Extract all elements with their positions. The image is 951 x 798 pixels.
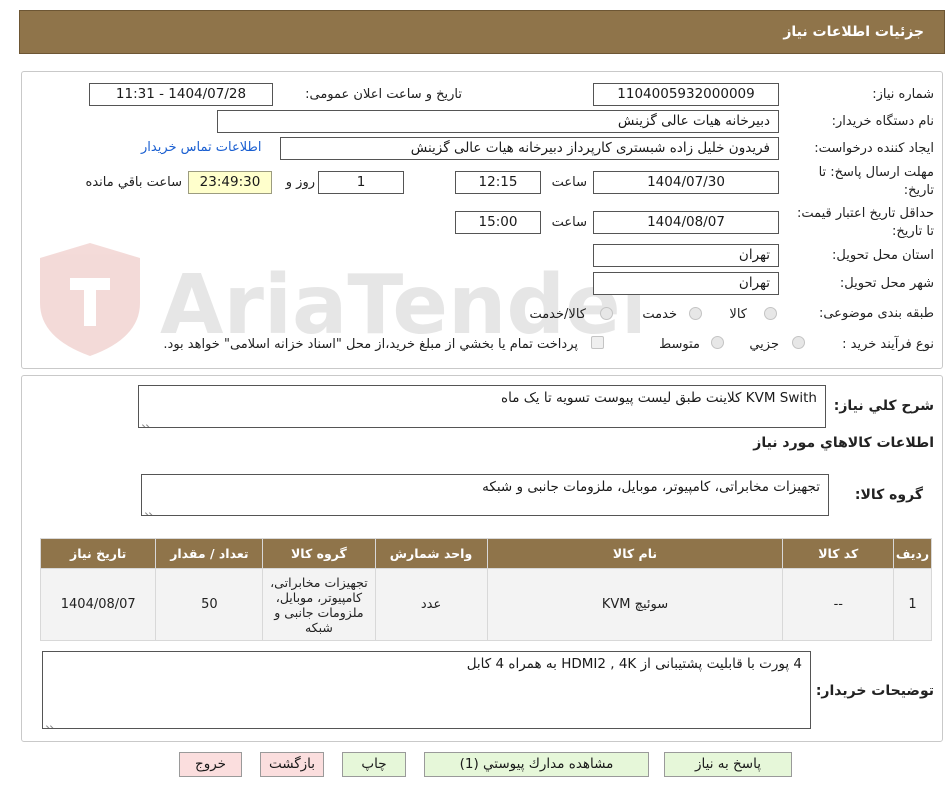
cell-date: 1404/08/07 [39, 568, 157, 641]
buyer-contact-link[interactable]: اطلاعات تماس خریدار [141, 140, 261, 155]
buyer-org-label: نام دستگاه خریدار: [831, 114, 934, 129]
need-description-textarea: KVM Swith کلاینت طبق لیست پیوست تسویه تا… [138, 385, 826, 428]
category-kala-label: كالا [729, 307, 747, 322]
category-kala-khedmat-label: كالا/خدمت [529, 307, 586, 322]
price-time-field: 15:00 [455, 211, 541, 234]
col-header-unit: واحد شمارش [374, 538, 488, 569]
reply-button[interactable]: پاسخ به نياز [664, 752, 792, 777]
print-button[interactable]: چاپ [342, 752, 406, 777]
cell-quantity: 50 [155, 568, 264, 641]
col-header-date: تاريخ نياز [39, 538, 157, 569]
table-header-row: رديف كد كالا نام كالا واحد شمارش گروه كا… [39, 538, 932, 569]
goods-group-label: گروه کالا: [854, 487, 923, 503]
send-time-field: 12:15 [455, 171, 541, 194]
days-label: روز و [285, 175, 315, 190]
back-button[interactable]: بازگشت [260, 752, 324, 777]
category-kala-khedmat-radio[interactable] [600, 307, 613, 320]
buyer-notes-textarea: 4 پورت با قابلیت پشتیبانی از HDMI2 , 4K … [42, 651, 811, 729]
deadline-price-label: حداقل تاریخ اعتبار قیمت: تا تاریخ: [796, 206, 934, 239]
need-description-label: شرح كلي نياز: [833, 398, 934, 414]
remaining-label: ساعت باقي مانده [85, 175, 182, 190]
purchase-motevaset-label: متوسط [659, 337, 700, 352]
days-field: 1 [318, 171, 404, 194]
purchase-motevaset-radio[interactable] [711, 336, 724, 349]
deadline-send-label: مهلت ارسال پاسخ: تا تاریخ: [818, 165, 934, 198]
city-field: تهران [593, 272, 779, 295]
purchase-jozei-label: جزيي [749, 337, 779, 352]
price-date-field: 1404/08/07 [593, 211, 779, 234]
category-khedmat-label: خدمت [642, 307, 677, 322]
col-header-name: نام كالا [486, 538, 784, 569]
treasury-payment-label: پرداخت تمام يا بخشي از مبلغ خريد،از محل … [163, 337, 578, 352]
goods-group-textarea: تجهیزات مخابراتی، کامپیوتر، موبایل، ملزو… [141, 474, 829, 516]
cell-unit: عدد [374, 568, 488, 641]
announce-datetime-label: تاریخ و ساعت اعلان عمومی: [305, 87, 462, 102]
requester-label: ایجاد کننده درخواست: [814, 141, 934, 156]
need-number-field: 1104005932000009 [593, 83, 779, 106]
cell-code: -- [782, 568, 895, 641]
cell-name: سوئیچ KVM [486, 568, 784, 641]
send-date-field: 1404/07/30 [593, 171, 779, 194]
resize-grip-icon[interactable] [46, 718, 54, 726]
col-header-quantity: تعداد / مقدار [155, 538, 264, 569]
purchase-type-label: نوع فرآیند خرید : [842, 337, 934, 352]
announce-datetime-field: 1404/07/28 - 11:31 [89, 83, 273, 106]
province-label: استان محل تحویل: [832, 248, 934, 263]
buyer-org-field: دبیرخانه هیات عالی گزینش [217, 110, 779, 133]
cell-group: تجهیزات مخابراتی، کامپیوتر، موبایل، ملزو… [262, 568, 376, 641]
buyer-notes-label: توضیحات خریدار: [815, 683, 934, 699]
city-label: شهر محل تحویل: [839, 276, 934, 291]
remaining-time-field: 23:49:30 [188, 171, 272, 194]
need-description-text: KVM Swith کلاینت طبق لیست پیوست تسویه تا… [501, 390, 817, 406]
cell-row-no: 1 [893, 568, 932, 641]
col-header-group: گروه كالا [262, 538, 376, 569]
col-header-row-no: رديف [893, 538, 932, 569]
resize-grip-icon[interactable] [142, 417, 150, 425]
province-field: تهران [593, 244, 779, 267]
need-number-label: شماره نیاز: [872, 87, 934, 102]
category-label: طبقه بندی موضوعی: [818, 306, 934, 321]
goods-group-text: تجهیزات مخابراتی، کامپیوتر، موبایل، ملزو… [482, 479, 820, 495]
page-title: جزئیات اطلاعات نیاز [783, 24, 924, 40]
exit-button[interactable]: خروج [179, 752, 242, 777]
treasury-payment-checkbox[interactable] [591, 336, 604, 349]
category-khedmat-radio[interactable] [689, 307, 702, 320]
view-attachments-button[interactable]: مشاهده مدارك پيوستي (1) [424, 752, 649, 777]
table-row: 1 -- سوئیچ KVM عدد تجهیزات مخابراتی، کام… [39, 568, 932, 641]
price-time-label: ساعت [551, 215, 587, 230]
requester-field: فریدون خلیل زاده شبستری کارپرداز دبیرخان… [280, 137, 779, 160]
goods-table: رديف كد كالا نام كالا واحد شمارش گروه كا… [39, 538, 932, 641]
send-time-label: ساعت [551, 175, 587, 190]
purchase-jozei-radio[interactable] [792, 336, 805, 349]
col-header-code: كد كالا [782, 538, 895, 569]
resize-grip-icon[interactable] [145, 505, 153, 513]
goods-info-heading: اطلاعات كالاهاي مورد نياز [753, 435, 934, 451]
page-header: جزئیات اطلاعات نیاز [19, 10, 945, 54]
category-kala-radio[interactable] [764, 307, 777, 320]
buyer-notes-text: 4 پورت با قابلیت پشتیبانی از HDMI2 , 4K … [466, 656, 802, 672]
